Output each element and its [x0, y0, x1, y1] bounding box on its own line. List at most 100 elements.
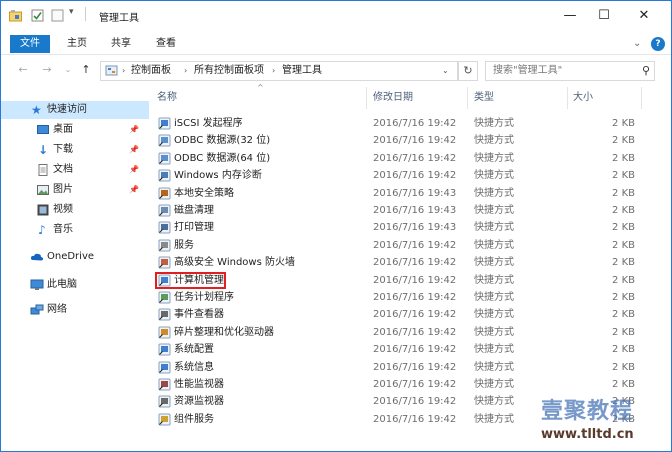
file-type: 快捷方式: [474, 239, 514, 251]
shortcut-icon: [158, 308, 171, 321]
close-button[interactable]: ✕: [627, 1, 661, 31]
sidebar-item-downloads[interactable]: ↓ 下载 📌: [1, 141, 149, 159]
table-row[interactable]: 系统信息 2016/7/16 19:42 快捷方式 2 KB: [151, 359, 671, 376]
file-type: 快捷方式: [474, 361, 514, 373]
sidebar-item-videos[interactable]: 视频: [1, 201, 149, 219]
sidebar-item-desktop[interactable]: 桌面 📌: [1, 121, 149, 139]
column-header-type[interactable]: 类型: [474, 89, 494, 107]
minimize-button[interactable]: —: [553, 1, 587, 31]
explorer-window: ▾ 管理工具 — ☐ ✕ 文件 主页 共享 查看 ⌄ ? ← → ⌄ ↑ › 控…: [0, 0, 672, 452]
file-date: 2016/7/16 19:42: [373, 396, 457, 408]
sidebar-item-music[interactable]: ♪ 音乐: [1, 221, 149, 239]
tab-home[interactable]: 主页: [67, 35, 87, 53]
sidebar-item-pictures[interactable]: 图片 📌: [1, 181, 149, 199]
watermark-url: www.tlltd.cn: [541, 427, 634, 442]
file-size: 2 KB: [612, 326, 635, 338]
shortcut-icon: [158, 187, 171, 200]
file-size: 2 KB: [612, 292, 635, 303]
forward-button[interactable]: →: [39, 61, 55, 79]
sidebar-item-documents[interactable]: 文档 📌: [1, 161, 149, 179]
up-button[interactable]: ↑: [78, 61, 94, 79]
file-type: 快捷方式: [474, 152, 514, 164]
breadcrumb-admin-tools[interactable]: 管理工具: [282, 64, 322, 78]
table-row[interactable]: 本地安全策略 2016/7/16 19:43 快捷方式 2 KB: [151, 185, 671, 202]
table-row[interactable]: ODBC 数据源(32 位) 2016/7/16 19:42 快捷方式 2 KB: [151, 132, 671, 149]
column-divider[interactable]: [567, 87, 568, 109]
table-row[interactable]: 碎片整理和优化驱动器 2016/7/16 19:42 快捷方式 2 KB: [151, 324, 671, 341]
file-date: 2016/7/16 19:42: [373, 344, 457, 356]
ribbon-tabs: 文件 主页 共享 查看 ⌄ ?: [1, 32, 671, 55]
search-input[interactable]: 搜索"管理工具" ⚲: [485, 61, 655, 81]
control-panel-icon: [105, 65, 118, 76]
file-name: 服务: [174, 239, 194, 251]
file-date: 2016/7/16 19:42: [373, 274, 457, 286]
file-name: 性能监视器: [174, 379, 224, 390]
file-type: 快捷方式: [474, 413, 514, 425]
table-row[interactable]: 计算机管理 2016/7/16 19:42 快捷方式 2 KB: [151, 271, 671, 289]
file-type: 快捷方式: [474, 379, 514, 390]
table-row[interactable]: 打印管理 2016/7/16 19:43 快捷方式 2 KB: [151, 219, 671, 236]
breadcrumb-separator-icon: ›: [184, 66, 188, 75]
table-row[interactable]: Windows 内存诊断 2016/7/16 19:42 快捷方式 2 KB: [151, 167, 671, 184]
highlight-box: [155, 271, 226, 289]
file-date: 2016/7/16 19:42: [373, 170, 457, 182]
tab-file[interactable]: 文件: [10, 35, 50, 53]
refresh-button[interactable]: ↻: [458, 61, 478, 81]
new-folder-icon[interactable]: [51, 9, 64, 22]
table-row[interactable]: 任务计划程序 2016/7/16 19:42 快捷方式 2 KB: [151, 289, 671, 306]
address-dropdown-icon[interactable]: ⌄: [442, 64, 449, 78]
file-date: 2016/7/16 19:42: [373, 361, 457, 373]
video-icon: [37, 204, 49, 216]
table-row[interactable]: 性能监视器 2016/7/16 19:42 快捷方式 2 KB: [151, 376, 671, 393]
file-date: 2016/7/16 19:42: [373, 326, 457, 338]
table-row[interactable]: 磁盘清理 2016/7/16 19:43 快捷方式 2 KB: [151, 202, 671, 219]
address-bar[interactable]: › 控制面板 › 所有控制面板项 › 管理工具 ⌄: [100, 61, 458, 81]
tab-share[interactable]: 共享: [111, 35, 131, 53]
tab-view[interactable]: 查看: [156, 35, 176, 53]
star-icon: ★: [31, 103, 42, 117]
pin-icon[interactable]: 📌: [129, 184, 139, 196]
column-divider[interactable]: [366, 87, 367, 109]
column-divider[interactable]: [467, 87, 468, 109]
pin-icon[interactable]: 📌: [129, 124, 139, 136]
breadcrumb-all-items[interactable]: 所有控制面板项: [194, 64, 264, 78]
shortcut-icon: [158, 239, 171, 252]
help-icon[interactable]: ?: [651, 37, 665, 51]
file-date: 2016/7/16 19:42: [373, 257, 457, 269]
back-button[interactable]: ←: [15, 61, 31, 79]
file-type: 快捷方式: [474, 274, 514, 286]
pin-icon[interactable]: 📌: [129, 164, 139, 176]
folder-icon[interactable]: [9, 9, 22, 22]
sidebar-item-network[interactable]: 网络: [1, 301, 149, 319]
column-header-size[interactable]: 大小: [573, 89, 593, 107]
file-size: 2 KB: [612, 309, 635, 321]
table-row[interactable]: 高级安全 Windows 防火墙 2016/7/16 19:42 快捷方式 2 KB: [151, 254, 671, 271]
sidebar-item-this-pc[interactable]: 此电脑: [1, 276, 149, 294]
column-header-name[interactable]: 名称: [157, 89, 177, 107]
sort-ascending-icon: ^: [257, 83, 264, 92]
maximize-button[interactable]: ☐: [587, 1, 621, 31]
shortcut-icon: [158, 256, 171, 269]
file-size: 2 KB: [612, 361, 635, 373]
search-placeholder: 搜索"管理工具": [493, 65, 563, 76]
column-header-date[interactable]: 修改日期: [373, 89, 413, 107]
table-row[interactable]: 事件查看器 2016/7/16 19:42 快捷方式 2 KB: [151, 306, 671, 323]
recent-locations-icon[interactable]: ⌄: [60, 61, 76, 79]
shortcut-icon: [158, 221, 171, 234]
breadcrumb-control-panel[interactable]: 控制面板: [131, 64, 171, 78]
table-row[interactable]: ODBC 数据源(64 位) 2016/7/16 19:42 快捷方式 2 KB: [151, 150, 671, 167]
column-divider[interactable]: [641, 87, 642, 109]
expand-ribbon-icon[interactable]: ⌄: [633, 35, 641, 53]
table-row[interactable]: 系统配置 2016/7/16 19:42 快捷方式 2 KB: [151, 341, 671, 358]
address-row: ← → ⌄ ↑ › 控制面板 › 所有控制面板项 › 管理工具 ⌄ ↻ 搜索"管…: [1, 59, 671, 81]
table-row[interactable]: 服务 2016/7/16 19:42 快捷方式 2 KB: [151, 237, 671, 254]
search-icon[interactable]: ⚲: [642, 64, 650, 78]
sidebar-item-quick-access[interactable]: ★ 快速访问: [1, 101, 149, 119]
properties-icon[interactable]: [31, 9, 44, 22]
title-bar: ▾ 管理工具 — ☐ ✕: [1, 1, 671, 31]
sidebar-item-onedrive[interactable]: OneDrive: [1, 248, 149, 266]
customize-toolbar-icon[interactable]: ▾: [69, 7, 82, 20]
pin-icon[interactable]: 📌: [129, 144, 139, 156]
file-date: 2016/7/16 19:42: [373, 309, 457, 321]
table-row[interactable]: iSCSI 发起程序 2016/7/16 19:42 快捷方式 2 KB: [151, 115, 671, 132]
